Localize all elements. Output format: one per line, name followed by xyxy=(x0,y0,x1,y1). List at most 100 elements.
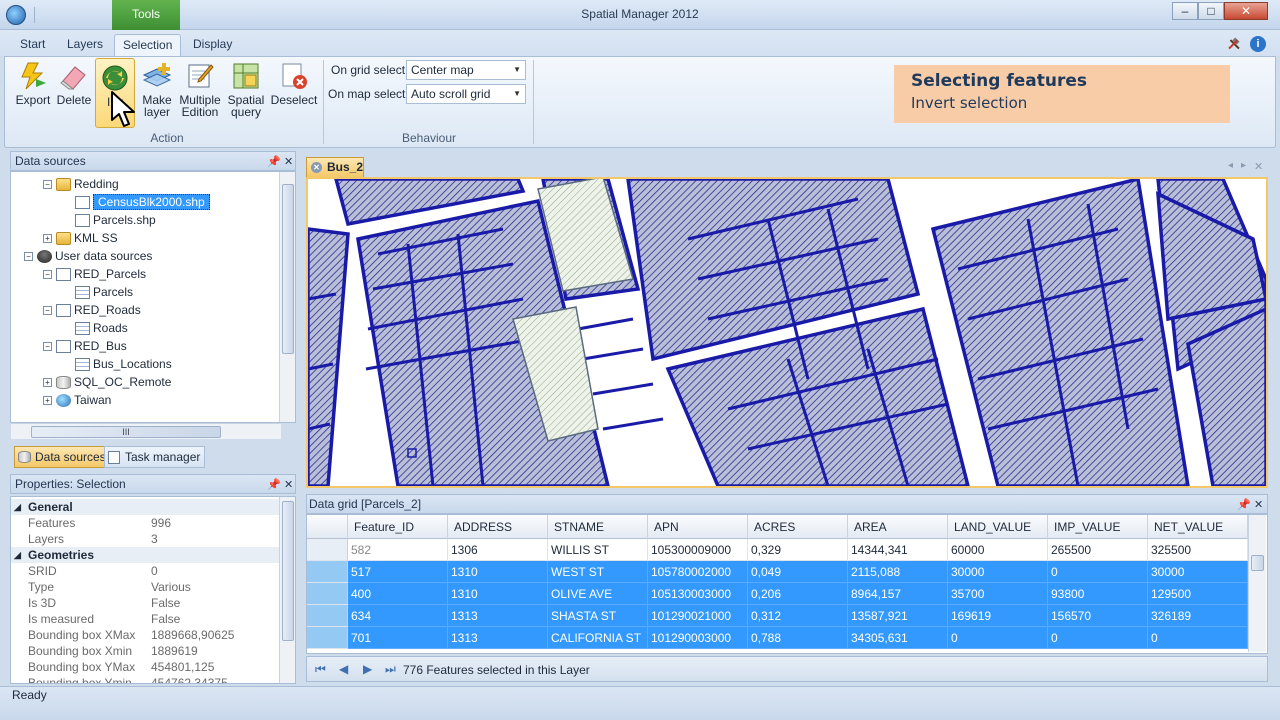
table-cell[interactable]: 0 xyxy=(1048,561,1148,583)
table-cell[interactable]: 0,312 xyxy=(748,605,848,627)
collapse-icon[interactable]: − xyxy=(43,180,52,190)
collapse-icon[interactable]: − xyxy=(43,342,52,352)
property-row[interactable]: Bounding box Ymin 454762,34375 xyxy=(11,675,281,683)
minimize-button[interactable]: – xyxy=(1172,2,1198,20)
table-cell[interactable]: 1313 xyxy=(448,605,548,627)
column-header[interactable]: ADDRESS xyxy=(448,515,548,539)
table-row[interactable]: 701 1313 CALIFORNIA ST 101290003000 0,788 343… xyxy=(307,627,1249,649)
property-row[interactable]: Is measured False xyxy=(11,611,281,627)
maximize-button[interactable]: □ xyxy=(1198,2,1224,20)
pin-icon[interactable]: 📌 xyxy=(267,153,281,172)
table-cell[interactable]: 634 xyxy=(348,605,448,627)
table-cell[interactable]: 0,329 xyxy=(748,539,848,561)
table-cell[interactable]: 517 xyxy=(348,561,448,583)
column-header[interactable]: STNAME xyxy=(548,515,648,539)
column-header[interactable]: LAND_VALUE xyxy=(948,515,1048,539)
table-cell[interactable]: 60000 xyxy=(948,539,1048,561)
table-cell[interactable]: 105130003000 xyxy=(648,583,748,605)
tab-start[interactable]: Start xyxy=(12,34,53,56)
scroll-thumb[interactable] xyxy=(1251,555,1264,571)
table-cell[interactable]: 8964,157 xyxy=(848,583,948,605)
table-cell[interactable]: 169619 xyxy=(948,605,1048,627)
previous-page-icon[interactable]: ◀ xyxy=(339,662,348,676)
property-row[interactable]: Bounding box XMax 1889668,90625 xyxy=(11,627,281,643)
table-cell[interactable]: 105300009000 xyxy=(648,539,748,561)
multiple-edition-button[interactable]: Multiple Edition xyxy=(178,60,222,126)
table-cell[interactable]: 2115,088 xyxy=(848,561,948,583)
tree-item[interactable]: − Redding xyxy=(43,175,119,193)
table-cell[interactable]: 30000 xyxy=(1148,561,1248,583)
collapse-icon[interactable]: − xyxy=(24,252,33,262)
tree-item[interactable]: − RED_Roads xyxy=(43,301,141,319)
expand-icon[interactable]: + xyxy=(43,396,52,406)
grid-vertical-scrollbar[interactable] xyxy=(1248,515,1266,652)
grid-corner[interactable] xyxy=(307,515,348,539)
table-cell[interactable]: CALIFORNIA ST xyxy=(548,627,648,649)
table-cell[interactable]: 0 xyxy=(1148,627,1248,649)
table-cell[interactable]: 0,788 xyxy=(748,627,848,649)
table-cell[interactable]: 0 xyxy=(948,627,1048,649)
close-icon[interactable]: ✕ xyxy=(284,476,293,495)
table-cell[interactable]: 0,206 xyxy=(748,583,848,605)
table-cell[interactable]: 105780002000 xyxy=(648,561,748,583)
properties-scrollbar[interactable] xyxy=(279,497,295,683)
table-cell[interactable]: 1310 xyxy=(448,583,548,605)
close-icon[interactable]: ✕ xyxy=(1254,496,1263,515)
tree-item[interactable]: − RED_Bus xyxy=(43,337,127,355)
tree-vertical-scrollbar[interactable] xyxy=(279,172,295,422)
pin-icon[interactable]: 📌 xyxy=(267,476,281,495)
column-header[interactable]: AREA xyxy=(848,515,948,539)
make-layer-button[interactable]: Make layer xyxy=(139,60,175,126)
delete-button[interactable]: Delete xyxy=(55,60,93,126)
expand-icon[interactable]: + xyxy=(43,234,52,244)
tree-item[interactable]: CensusBlk2000.shp xyxy=(62,193,210,211)
table-row[interactable]: 400 1310 OLIVE AVE 105130003000 0,206 8964,15… xyxy=(307,583,1249,605)
collapse-icon[interactable]: ◢ xyxy=(14,499,21,515)
table-cell[interactable]: 1310 xyxy=(448,561,548,583)
column-header[interactable]: APN xyxy=(648,515,748,539)
property-row[interactable]: Features 996 xyxy=(11,515,281,531)
row-header[interactable] xyxy=(307,539,348,561)
property-row[interactable]: Bounding box Xmin 1889619 xyxy=(11,643,281,659)
table-cell[interactable]: 326189 xyxy=(1148,605,1248,627)
last-page-icon[interactable]: ⏭ xyxy=(385,662,396,677)
table-cell[interactable]: 265500 xyxy=(1048,539,1148,561)
table-cell[interactable]: 101290003000 xyxy=(648,627,748,649)
tree-item[interactable]: + Taiwan xyxy=(43,391,111,409)
table-cell[interactable]: 701 xyxy=(348,627,448,649)
first-page-icon[interactable]: ⏮ xyxy=(315,662,326,677)
next-page-icon[interactable]: ▶ xyxy=(363,662,372,676)
panel-tab-data-sources[interactable]: Data sources xyxy=(14,446,111,468)
table-cell[interactable]: 400 xyxy=(348,583,448,605)
property-row[interactable]: Layers 3 xyxy=(11,531,281,547)
table-cell[interactable]: 156570 xyxy=(1048,605,1148,627)
map-tab-bus-2[interactable]: ✕ Bus_2 xyxy=(306,157,364,177)
close-icon[interactable]: ✕ xyxy=(311,162,322,173)
column-header[interactable]: ACRES xyxy=(748,515,848,539)
row-header[interactable] xyxy=(307,583,348,605)
row-header[interactable] xyxy=(307,561,348,583)
tab-layers[interactable]: Layers xyxy=(59,34,111,56)
tree-item[interactable]: − User data sources xyxy=(24,247,152,265)
column-header[interactable]: NET_VALUE xyxy=(1148,515,1248,539)
spatial-query-button[interactable]: Spatial query xyxy=(227,60,265,126)
property-row[interactable]: Is 3D False xyxy=(11,595,281,611)
map-canvas[interactable] xyxy=(306,177,1268,488)
row-header[interactable] xyxy=(307,605,348,627)
help-icon[interactable]: i xyxy=(1250,36,1266,52)
tree-item[interactable]: Parcels xyxy=(62,283,133,301)
property-row[interactable]: Bounding box YMax 454801,125 xyxy=(11,659,281,675)
tree-item[interactable]: − RED_Parcels xyxy=(43,265,146,283)
tree-item[interactable]: Bus_Locations xyxy=(62,355,172,373)
table-cell[interactable]: 14344,341 xyxy=(848,539,948,561)
collapse-icon[interactable]: − xyxy=(43,306,52,316)
tab-selection[interactable]: Selection xyxy=(114,34,181,56)
column-header[interactable]: IMP_VALUE xyxy=(1048,515,1148,539)
scroll-thumb[interactable] xyxy=(282,501,294,641)
row-header[interactable] xyxy=(307,627,348,649)
property-row[interactable]: Type Various xyxy=(11,579,281,595)
tab-scroll-right-icon[interactable]: ▸ xyxy=(1241,160,1246,171)
property-category[interactable]: ◢ Geometries xyxy=(11,547,281,563)
pin-icon[interactable]: 📌 xyxy=(1237,496,1251,515)
collapse-icon[interactable]: − xyxy=(43,270,52,280)
